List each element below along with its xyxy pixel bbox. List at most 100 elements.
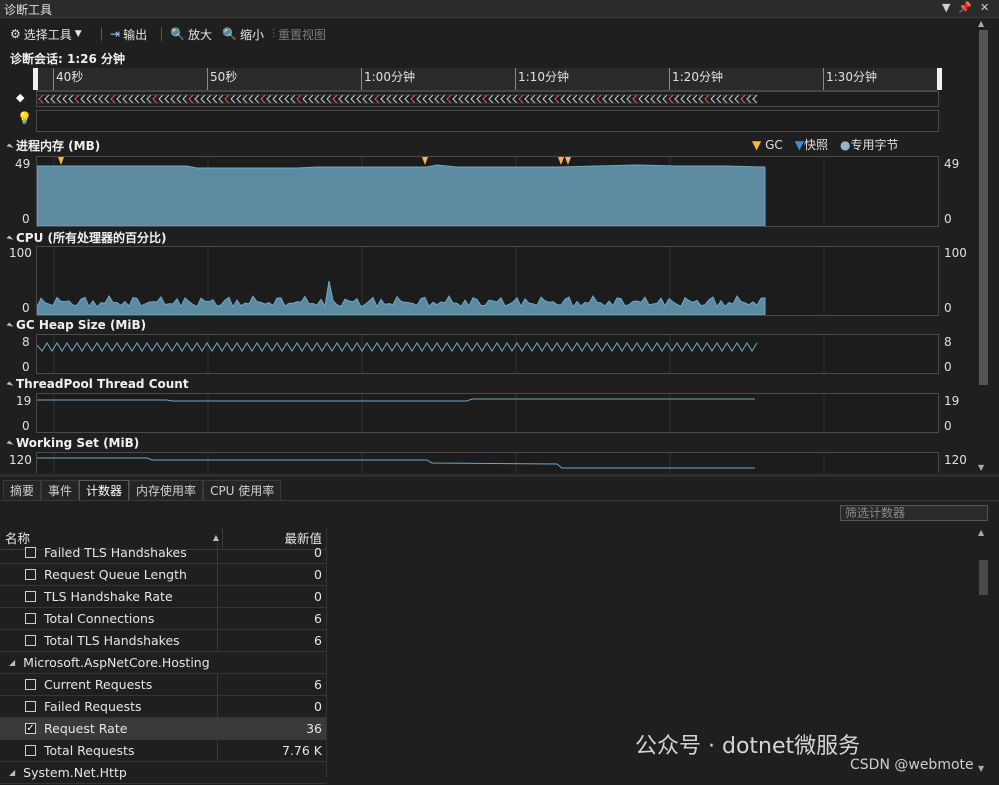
event-marker: [692, 94, 698, 104]
counter-checkbox[interactable]: [25, 635, 36, 646]
counter-value: 7.76 K: [281, 743, 322, 758]
event-marker: [50, 94, 56, 104]
ruler-label: 40秒: [56, 70, 84, 84]
event-marker: [734, 94, 740, 104]
reset-view-icon: ⫶: [272, 26, 276, 41]
upper-scrollbar-thumb[interactable]: [979, 30, 988, 385]
gc-marker: [558, 157, 564, 165]
diamond-icon: ◆: [16, 91, 25, 104]
splitter[interactable]: [0, 474, 999, 477]
counter-row[interactable]: TLS Handshake Rate 0: [0, 586, 326, 608]
counter-row[interactable]: Failed TLS Handshakes 0: [0, 542, 326, 564]
gcheap-chart[interactable]: [36, 334, 939, 374]
event-marker: [386, 94, 392, 104]
event-marker: [380, 94, 386, 104]
cpu-section-header[interactable]: CPU (所有处理器的百分比): [6, 229, 167, 246]
counter-name: Failed Requests: [44, 699, 142, 714]
event-marker: [662, 94, 668, 104]
zoom-in-label: 放大: [187, 27, 212, 42]
counter-checkbox[interactable]: [25, 591, 36, 602]
gcheap-axis-max-right: 8: [944, 335, 952, 349]
tab-summary[interactable]: 摘要: [3, 480, 42, 500]
counter-value: 0: [314, 589, 322, 604]
range-end-handle[interactable]: [937, 68, 942, 90]
threadpool-chart[interactable]: [36, 393, 939, 433]
threadpool-graph: [37, 394, 825, 432]
ruler-label: 1:00分钟: [364, 70, 415, 84]
reset-view-button[interactable]: ⫶ 重置视图: [272, 25, 326, 43]
counter-row[interactable]: ✓ Request Rate 36: [0, 718, 326, 740]
reset-view-label: 重置视图: [278, 27, 327, 42]
counter-checkbox[interactable]: ✓: [25, 723, 36, 734]
lower-scrollbar-thumb[interactable]: [979, 560, 988, 595]
memory-area: [36, 164, 766, 227]
scroll-up-icon[interactable]: ▲: [978, 528, 984, 537]
counter-value: 6: [314, 633, 322, 648]
cpu-chart[interactable]: [36, 246, 939, 316]
event-marker: [326, 94, 332, 104]
zoom-in-button[interactable]: 🔍 放大: [170, 25, 212, 43]
event-marker: [296, 94, 302, 104]
tab-cpu-usage[interactable]: CPU 使用率: [203, 480, 282, 500]
gcheap-section-header[interactable]: GC Heap Size (MiB): [6, 318, 146, 332]
range-start-handle[interactable]: [33, 68, 38, 90]
event-marker: [338, 94, 344, 104]
counter-row[interactable]: Total Connections 6: [0, 608, 326, 630]
workingset-chart[interactable]: [36, 452, 939, 473]
snapshot-icon: ▼: [794, 138, 804, 152]
expand-icon[interactable]: ◢: [9, 658, 15, 667]
tab-memory-usage[interactable]: 内存使用率: [129, 480, 204, 500]
pin-icon[interactable]: 📌: [958, 1, 972, 14]
counter-checkbox[interactable]: [25, 701, 36, 712]
scroll-up-icon[interactable]: ▲: [978, 19, 984, 28]
events-track[interactable]: [36, 91, 939, 107]
scroll-down-icon[interactable]: ▼: [978, 764, 984, 773]
output-button[interactable]: ⇥ 输出: [110, 25, 147, 43]
counter-checkbox[interactable]: [25, 613, 36, 624]
time-ruler[interactable]: 40秒 50秒 1:00分钟 1:10分钟 1:20分钟 1:30分钟: [36, 68, 937, 91]
memory-chart[interactable]: [36, 156, 939, 227]
output-label: 输出: [123, 27, 148, 42]
close-icon[interactable]: ✕: [980, 1, 989, 14]
counter-row[interactable]: Total TLS Handshakes 6: [0, 630, 326, 652]
group-row[interactable]: ◢ Microsoft.AspNetCore.Hosting: [0, 652, 326, 674]
event-marker: [98, 94, 104, 104]
event-marker: [416, 94, 422, 104]
group-row[interactable]: ◢ System.Net.Http: [0, 762, 326, 784]
export-icon: ⇥: [110, 27, 121, 41]
event-marker: [332, 94, 338, 104]
event-marker: [596, 94, 602, 104]
event-marker: [608, 94, 614, 104]
counter-name: Total Connections: [44, 611, 155, 626]
event-marker: [302, 94, 308, 104]
memory-axis-min-left: 0: [22, 212, 30, 226]
scroll-down-icon[interactable]: ▼: [978, 463, 984, 472]
workingset-section-header[interactable]: Working Set (MiB): [6, 436, 139, 450]
event-marker: [722, 94, 728, 104]
memory-section-header[interactable]: 进程内存 (MB): [6, 137, 100, 154]
counter-row[interactable]: Current Requests 6: [0, 674, 326, 696]
counter-checkbox[interactable]: [25, 745, 36, 756]
event-marker: [158, 94, 164, 104]
counter-row[interactable]: Request Queue Length 0: [0, 564, 326, 586]
counter-row[interactable]: Failed Requests 0: [0, 696, 326, 718]
filter-counters-input[interactable]: 筛选计数器: [840, 505, 988, 521]
dropdown-icon[interactable]: ▼: [942, 1, 950, 14]
counter-row[interactable]: Total Requests 7.76 K: [0, 740, 326, 762]
legend-gc-label: GC: [765, 137, 783, 152]
counter-name: Current Requests: [44, 677, 153, 692]
counter-checkbox[interactable]: [25, 547, 36, 558]
event-marker: [230, 94, 236, 104]
event-marker: [374, 94, 380, 104]
threadpool-section-header[interactable]: ThreadPool Thread Count: [6, 377, 189, 391]
counter-checkbox[interactable]: [25, 569, 36, 580]
tab-events[interactable]: 事件: [41, 480, 80, 500]
tab-counters[interactable]: 计数器: [79, 480, 130, 500]
intellitrace-track[interactable]: [36, 110, 939, 132]
event-marker: [620, 94, 626, 104]
expand-icon[interactable]: ◢: [9, 768, 15, 777]
select-tool-button[interactable]: ⚙ 选择工具 ▼: [10, 25, 82, 43]
zoom-out-button[interactable]: 🔍 缩小: [222, 25, 264, 43]
counter-checkbox[interactable]: [25, 679, 36, 690]
ruler-tick: [207, 68, 208, 90]
